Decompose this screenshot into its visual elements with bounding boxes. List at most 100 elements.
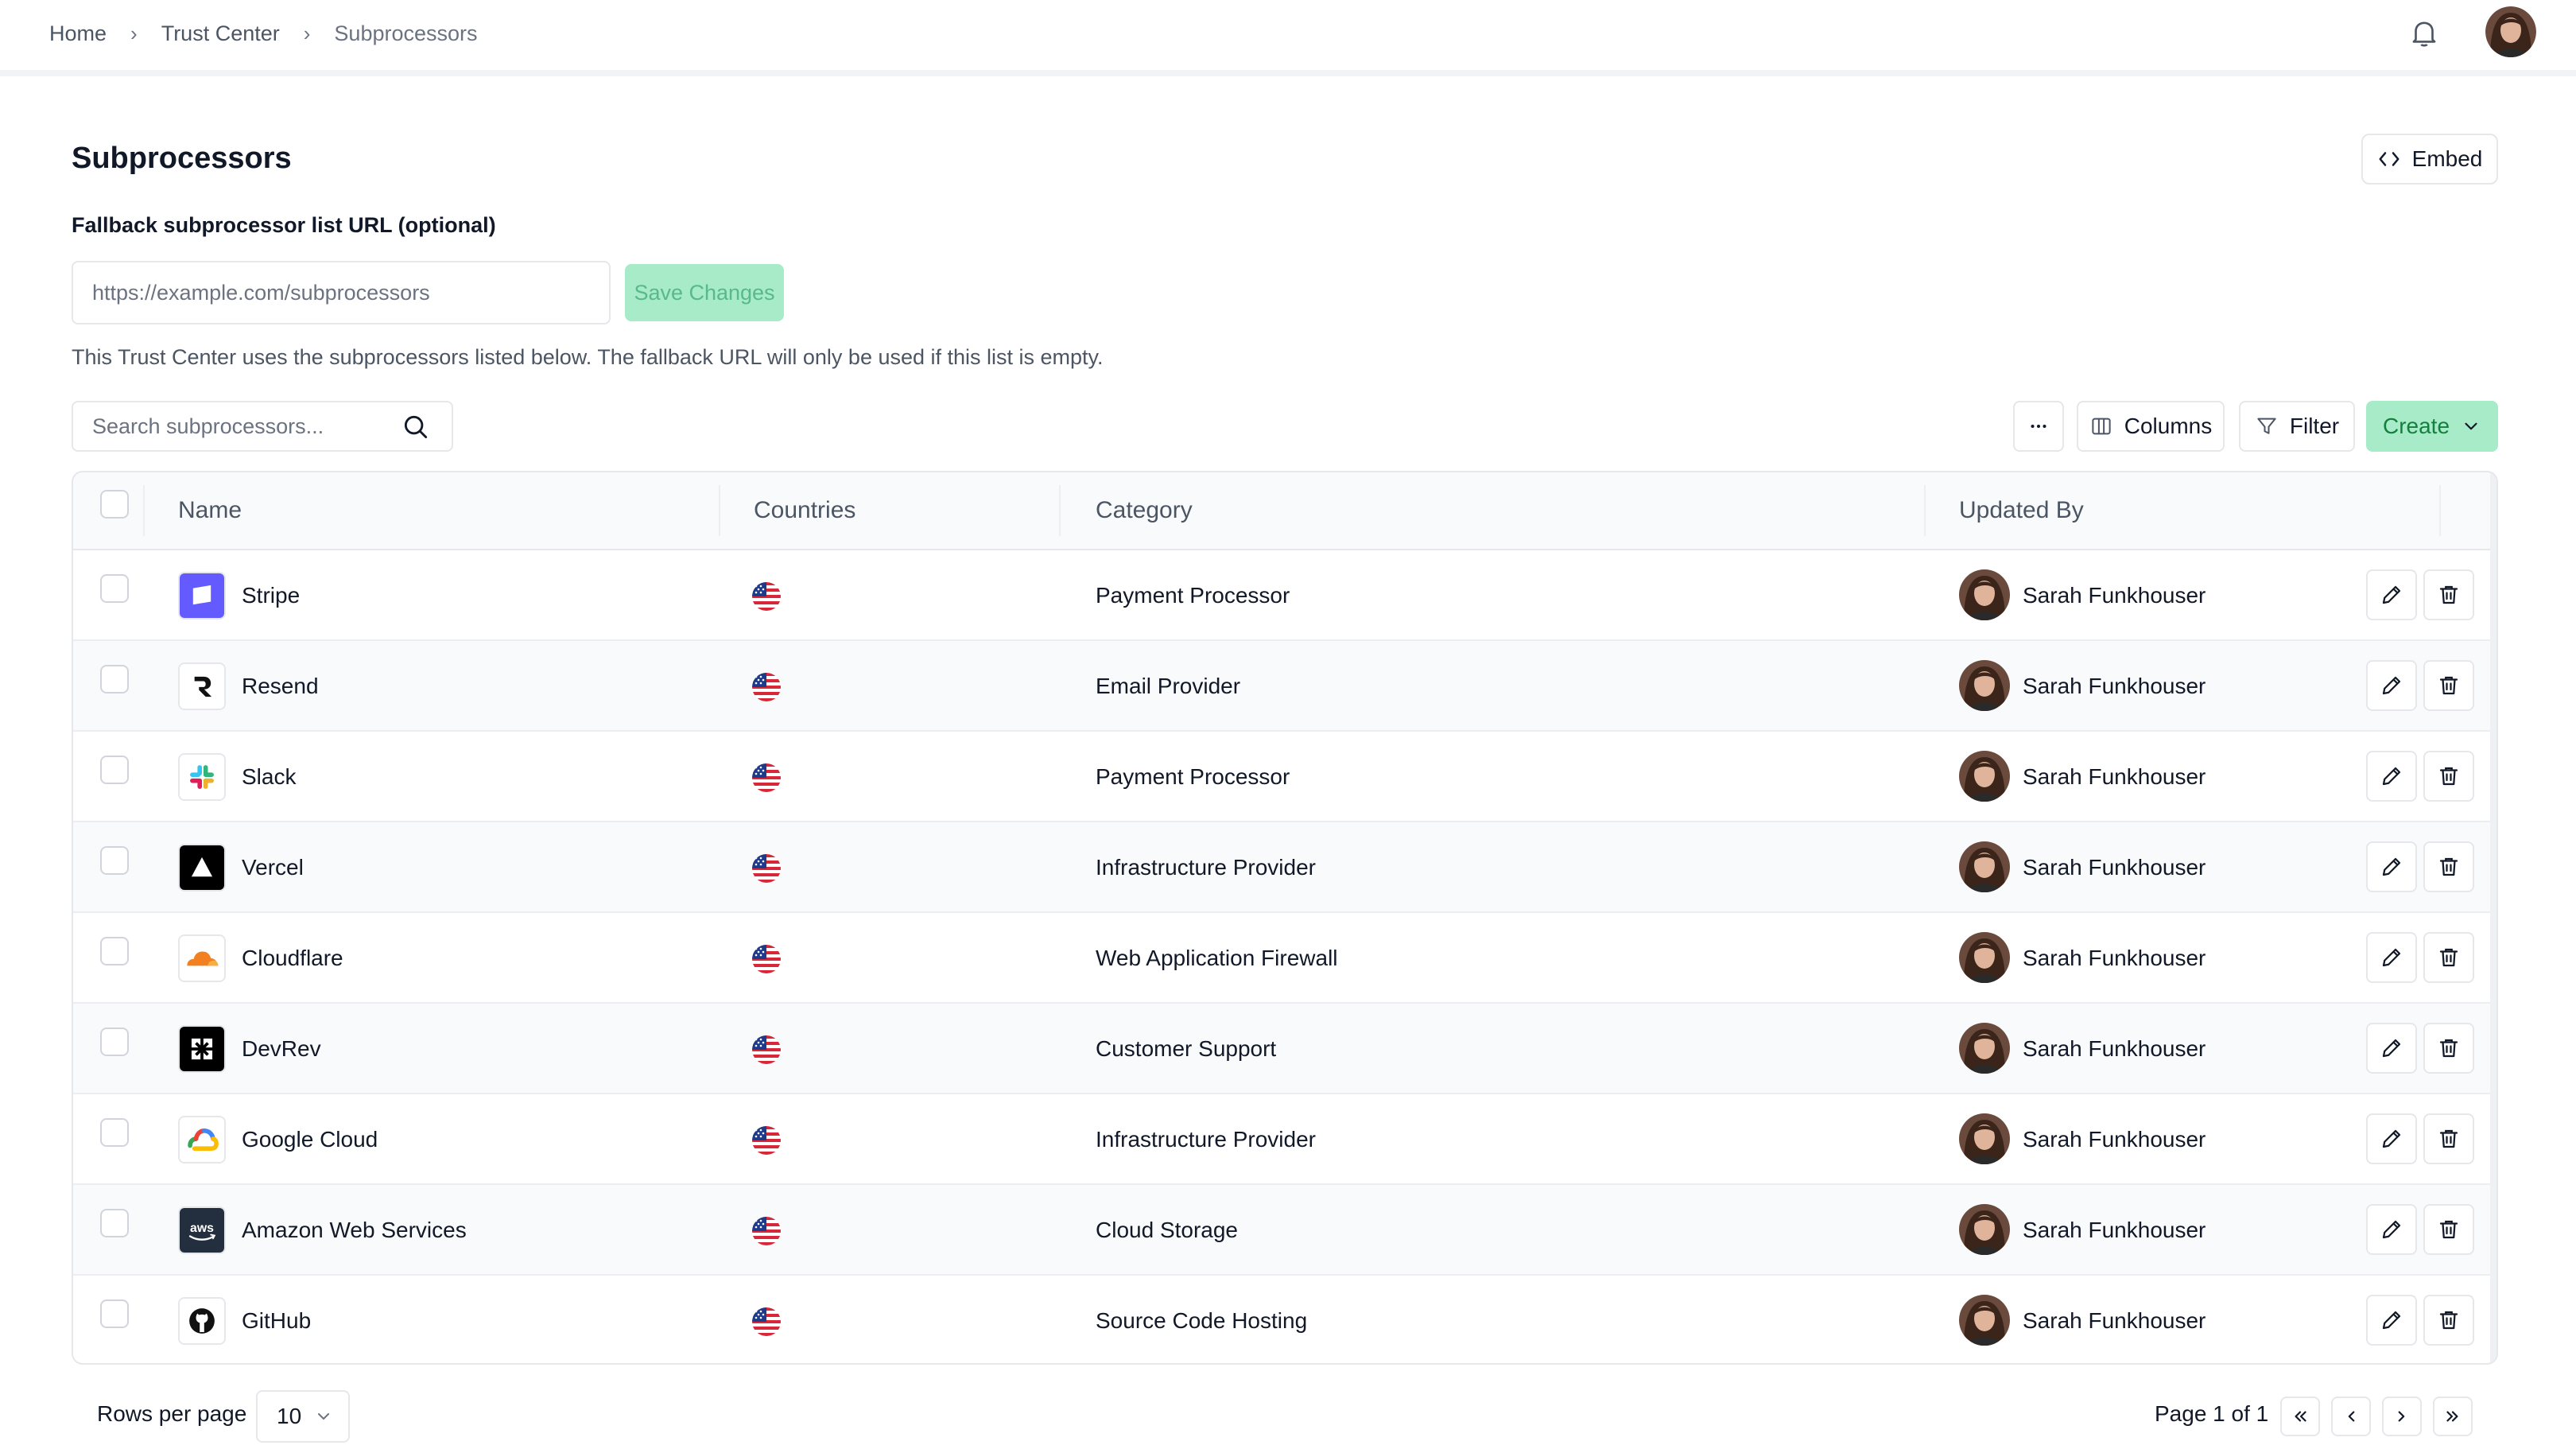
edit-button[interactable] — [2366, 1023, 2417, 1074]
updated-by-name: Sarah Funkhouser — [2023, 583, 2206, 608]
delete-button[interactable] — [2423, 660, 2474, 711]
row-checkbox[interactable] — [100, 665, 129, 693]
subprocessor-name[interactable]: GitHub — [242, 1276, 311, 1363]
chevron-left-icon — [2348, 1411, 2355, 1422]
subprocessor-name[interactable]: Amazon Web Services — [242, 1185, 467, 1276]
avatar — [1959, 1204, 2010, 1255]
subprocessor-name[interactable]: Stripe — [242, 550, 300, 641]
edit-button[interactable] — [2366, 569, 2417, 620]
row-checkbox[interactable] — [100, 1209, 129, 1237]
cloudflare-logo-icon — [178, 934, 226, 982]
row-checkbox[interactable] — [100, 574, 129, 603]
first-page-button[interactable] — [2280, 1397, 2320, 1436]
category: Source Code Hosting — [1096, 1308, 1308, 1333]
table-row[interactable]: GitHub Source Code Hosting Sarah Funkhou… — [73, 1276, 2496, 1363]
delete-button[interactable] — [2423, 569, 2474, 620]
breadcrumb-trust-center[interactable]: Trust Center — [161, 21, 280, 46]
row-checkbox[interactable] — [100, 1299, 129, 1328]
edit-button[interactable] — [2366, 932, 2417, 983]
columns-button[interactable]: Columns — [2077, 401, 2225, 452]
table-row[interactable]: Vercel Infrastructure Provider Sarah Fun… — [73, 822, 2496, 913]
category: Web Application Firewall — [1096, 946, 1338, 970]
fallback-url-input[interactable] — [72, 261, 611, 324]
previous-page-button[interactable] — [2331, 1397, 2371, 1436]
rows-per-page-label: Rows per page — [97, 1401, 247, 1426]
slack-logo-icon — [178, 753, 226, 801]
edit-button[interactable] — [2366, 1204, 2417, 1255]
select-all-checkbox[interactable] — [100, 490, 129, 519]
create-button[interactable]: Create — [2366, 401, 2498, 452]
filter-button[interactable]: Filter — [2239, 401, 2355, 452]
devrev-logo-icon — [178, 1025, 226, 1073]
edit-button[interactable] — [2366, 841, 2417, 892]
row-checkbox[interactable] — [100, 1118, 129, 1147]
us-flag-icon — [752, 945, 781, 973]
updated-by-name: Sarah Funkhouser — [2023, 855, 2206, 880]
delete-button[interactable] — [2423, 932, 2474, 983]
delete-button[interactable] — [2423, 1295, 2474, 1346]
search-box — [72, 401, 453, 452]
table-row[interactable]: Resend Email Provider Sarah Funkhouser — [73, 641, 2496, 732]
search-input[interactable] — [75, 404, 393, 449]
next-page-button[interactable] — [2382, 1397, 2422, 1436]
column-divider — [2439, 485, 2441, 536]
chevrons-left-icon — [2295, 1411, 2306, 1422]
delete-button[interactable] — [2423, 841, 2474, 892]
more-options-button[interactable] — [2013, 401, 2064, 452]
subprocessor-name[interactable]: Cloudflare — [242, 913, 343, 1004]
chevron-down-icon — [2465, 422, 2477, 430]
delete-button[interactable] — [2423, 1023, 2474, 1074]
trash-icon — [2437, 1127, 2461, 1151]
us-flag-icon — [752, 1126, 781, 1155]
delete-button[interactable] — [2423, 1113, 2474, 1164]
row-checkbox[interactable] — [100, 1028, 129, 1056]
column-header-countries[interactable]: Countries — [754, 472, 855, 549]
table-row[interactable]: DevRev Customer Support Sarah Funkhouser — [73, 1004, 2496, 1094]
table-row[interactable]: Cloudflare Web Application Firewall Sara… — [73, 913, 2496, 1004]
column-header-category[interactable]: Category — [1096, 472, 1193, 549]
row-checkbox[interactable] — [100, 846, 129, 875]
chevron-down-icon — [318, 1413, 330, 1420]
table-row[interactable]: Stripe Payment Processor Sarah Funkhouse… — [73, 550, 2496, 641]
subprocessor-name[interactable]: Vercel — [242, 822, 304, 913]
resend-logo-icon — [178, 662, 226, 710]
vercel-logo-icon — [178, 844, 226, 892]
subprocessor-name[interactable]: DevRev — [242, 1004, 321, 1094]
category: Infrastructure Provider — [1096, 855, 1316, 880]
table-row[interactable]: Slack Payment Processor Sarah Funkhouser — [73, 732, 2496, 822]
subprocessor-name[interactable]: Google Cloud — [242, 1094, 378, 1185]
edit-button[interactable] — [2366, 660, 2417, 711]
pencil-icon — [2380, 1308, 2403, 1332]
row-checkbox[interactable] — [100, 937, 129, 965]
avatar[interactable] — [2485, 6, 2536, 57]
last-page-button[interactable] — [2433, 1397, 2473, 1436]
pencil-icon — [2380, 1127, 2403, 1151]
embed-button[interactable]: Embed — [2361, 134, 2498, 185]
breadcrumb: Home › Trust Center › Subprocessors — [49, 17, 478, 49]
subprocessor-name[interactable]: Resend — [242, 641, 319, 732]
save-changes-button[interactable]: Save Changes — [625, 264, 784, 321]
column-header-updated-by[interactable]: Updated By — [1959, 472, 2084, 549]
us-flag-icon — [752, 854, 781, 883]
delete-button[interactable] — [2423, 751, 2474, 802]
rows-per-page-value: 10 — [277, 1404, 302, 1428]
row-checkbox[interactable] — [100, 756, 129, 784]
table-scrollbar[interactable] — [2490, 472, 2496, 1363]
avatar — [1959, 841, 2010, 892]
table-row[interactable]: aws Amazon Web Services Cloud Storage Sa… — [73, 1185, 2496, 1276]
edit-button[interactable] — [2366, 751, 2417, 802]
table-row[interactable]: Google Cloud Infrastructure Provider Sar… — [73, 1094, 2496, 1185]
column-header-name[interactable]: Name — [178, 472, 242, 549]
category: Payment Processor — [1096, 583, 1290, 608]
edit-button[interactable] — [2366, 1113, 2417, 1164]
rows-per-page-select[interactable]: 10 — [256, 1390, 350, 1443]
search-icon[interactable] — [401, 412, 431, 442]
subprocessor-name[interactable]: Slack — [242, 732, 296, 822]
bell-icon[interactable] — [2407, 16, 2441, 49]
delete-button[interactable] — [2423, 1204, 2474, 1255]
edit-button[interactable] — [2366, 1295, 2417, 1346]
updated-by-name: Sarah Funkhouser — [2023, 1308, 2206, 1333]
chevron-right-icon — [2398, 1411, 2405, 1422]
stripe-logo-icon — [178, 572, 226, 620]
breadcrumb-home[interactable]: Home — [49, 21, 107, 46]
